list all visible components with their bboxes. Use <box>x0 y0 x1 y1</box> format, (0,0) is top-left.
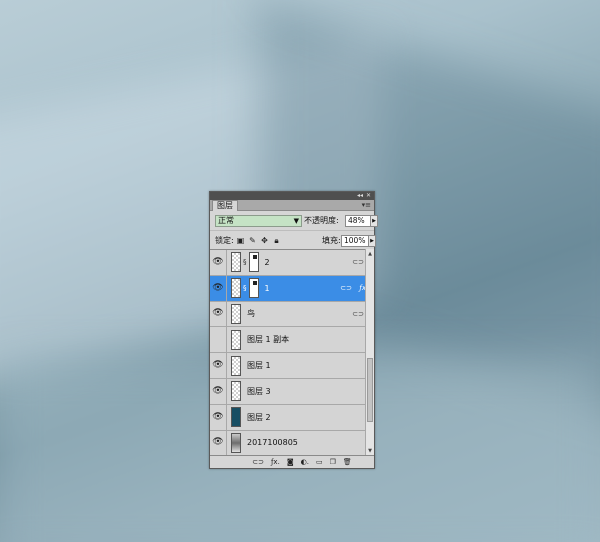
layer-thumbnail <box>231 407 241 428</box>
add-mask-icon[interactable]: ◙ <box>287 457 294 467</box>
eye-icon: 👁︎ <box>212 385 224 396</box>
layers-panel: ◂◂ ✕ 图层 ▾≡ 正常 ▼ 不透明度: 48% ▶ 锁定: ▣ ✎ ✥ 🔒︎… <box>209 191 378 469</box>
visibility-toggle[interactable]: 👁︎ <box>210 378 227 404</box>
link-icon: ⊂⊃ <box>352 309 364 318</box>
layer-row-photo[interactable]: 👁︎ 2017100805 <box>210 430 374 457</box>
fill-input[interactable]: 100% <box>341 235 369 247</box>
eye-icon: 👁︎ <box>212 256 224 267</box>
layer-row-layer3[interactable]: 👁︎ 图层 3 <box>210 378 374 405</box>
new-group-icon[interactable]: ▭ <box>316 457 323 467</box>
eye-icon: 👁︎ <box>212 360 224 371</box>
panel-footer: ⊂⊃ ƒx. ◙ ◐. ▭ ❐ 🗑︎ <box>210 455 374 468</box>
scroll-down-icon[interactable]: ▼ <box>366 447 374 455</box>
new-layer-icon[interactable]: ❐ <box>330 457 336 467</box>
visibility-toggle[interactable]: 👁︎ <box>210 353 227 378</box>
blend-row: 正常 ▼ 不透明度: 48% ▶ <box>210 211 378 230</box>
panel-title-bar[interactable]: ◂◂ ✕ <box>210 192 374 200</box>
eye-icon: 👁︎ <box>212 308 224 319</box>
layer-name: 图层 2 <box>247 412 271 422</box>
trash-icon[interactable]: 🗑︎ <box>343 457 352 467</box>
layer-mask-thumbnail[interactable] <box>248 252 259 273</box>
layer-thumbnail <box>231 355 241 376</box>
eye-icon: 👁︎ <box>212 282 224 293</box>
visibility-toggle[interactable]: 👁︎ <box>210 301 227 327</box>
visibility-toggle[interactable]: 👁︎ <box>210 250 227 275</box>
layer-name: 鸟 <box>247 309 255 319</box>
blend-mode-select[interactable]: 正常 ▼ <box>215 215 302 227</box>
fx-menu-icon[interactable]: ƒx. <box>271 457 280 467</box>
fill-label: 填充: <box>322 236 341 245</box>
lock-all-icon[interactable]: 🔒︎ <box>272 236 281 245</box>
lock-row: 锁定: ▣ ✎ ✥ 🔒︎ 填充: 100% ▶ <box>210 230 376 249</box>
chain-link-icon[interactable]: § <box>243 258 247 266</box>
close-icon[interactable]: ✕ <box>366 192 371 200</box>
lock-icons: ▣ ✎ ✥ 🔒︎ <box>236 236 281 245</box>
eye-icon: 👁︎ <box>212 411 224 422</box>
layer-name: 2 <box>264 257 270 267</box>
layer-thumbnail <box>231 381 241 402</box>
visibility-toggle[interactable]: 👁︎ <box>210 275 227 301</box>
layer-row-bird[interactable]: 👁︎ 鸟 ⊂⊃ <box>210 301 374 328</box>
layer-scrollbar[interactable]: ▲ ▼ <box>365 249 374 456</box>
visibility-toggle[interactable]: 👁︎ <box>210 430 227 456</box>
layer-row-1-selected[interactable]: 👁︎ § 1 ⊂⊃ ƒx ▼ <box>210 275 374 302</box>
chevron-down-icon[interactable]: ▼ <box>294 216 299 226</box>
adjustment-layer-icon[interactable]: ◐. <box>301 457 309 467</box>
layer-list: 👁︎ § 2 ⊂⊃ 👁︎ § 1 ⊂⊃ ƒx ▼ 👁︎ 鸟 ⊂⊃ 👁︎ 图层 1 <box>210 249 374 457</box>
link-icon: ⊂⊃ <box>352 258 364 267</box>
opacity-slider-toggle-icon[interactable]: ▶ <box>370 215 378 227</box>
layer-row-layer2[interactable]: 👁︎ 图层 2 <box>210 404 374 431</box>
scrollbar-thumb[interactable] <box>367 358 373 422</box>
layer-name: 1 <box>264 283 270 293</box>
lock-brush-icon[interactable]: ✎ <box>248 236 257 245</box>
layer-name: 图层 1 副本 <box>247 335 290 345</box>
tab-layers-label: 图层 <box>217 201 233 210</box>
lock-move-icon[interactable]: ✥ <box>260 236 269 245</box>
link-icon: ⊂⊃ <box>340 284 352 293</box>
panel-menu-icon[interactable]: ▾≡ <box>362 200 371 210</box>
layer-thumbnail <box>231 329 241 350</box>
opacity-label: 不透明度: <box>304 216 339 225</box>
lock-transparency-icon[interactable]: ▣ <box>236 236 245 245</box>
opacity-input[interactable]: 48% <box>345 215 371 227</box>
tab-layers[interactable]: 图层 <box>212 200 238 211</box>
layer-name: 2017100805 <box>247 438 298 448</box>
layer-name: 图层 1 <box>247 361 271 371</box>
visibility-toggle[interactable]: 👁︎ <box>210 404 227 430</box>
fill-slider-toggle-icon[interactable]: ▶ <box>368 235 376 247</box>
layer-row-2[interactable]: 👁︎ § 2 ⊂⊃ <box>210 250 374 276</box>
layer-row-layer1[interactable]: 👁︎ 图层 1 <box>210 353 374 379</box>
eye-icon: 👁︎ <box>212 437 224 448</box>
layer-row-copy[interactable]: 👁︎ 图层 1 副本 <box>210 327 374 354</box>
scroll-up-icon[interactable]: ▲ <box>366 250 374 258</box>
blend-mode-value: 正常 <box>218 216 234 225</box>
link-layers-icon[interactable]: ⊂⊃ <box>252 457 264 467</box>
visibility-toggle[interactable]: 👁︎ <box>210 327 227 353</box>
layer-thumbnail <box>231 252 241 273</box>
layer-thumbnail <box>231 278 241 299</box>
layer-thumbnail <box>231 432 241 453</box>
layer-mask-thumbnail[interactable] <box>248 278 259 299</box>
layer-name: 图层 3 <box>247 386 271 396</box>
lock-label: 锁定: <box>215 236 234 245</box>
chain-link-icon[interactable]: § <box>243 284 247 292</box>
collapse-icon[interactable]: ◂◂ <box>357 192 363 200</box>
panel-tab-bar: 图层 ▾≡ <box>210 200 374 211</box>
layer-thumbnail <box>231 303 241 324</box>
